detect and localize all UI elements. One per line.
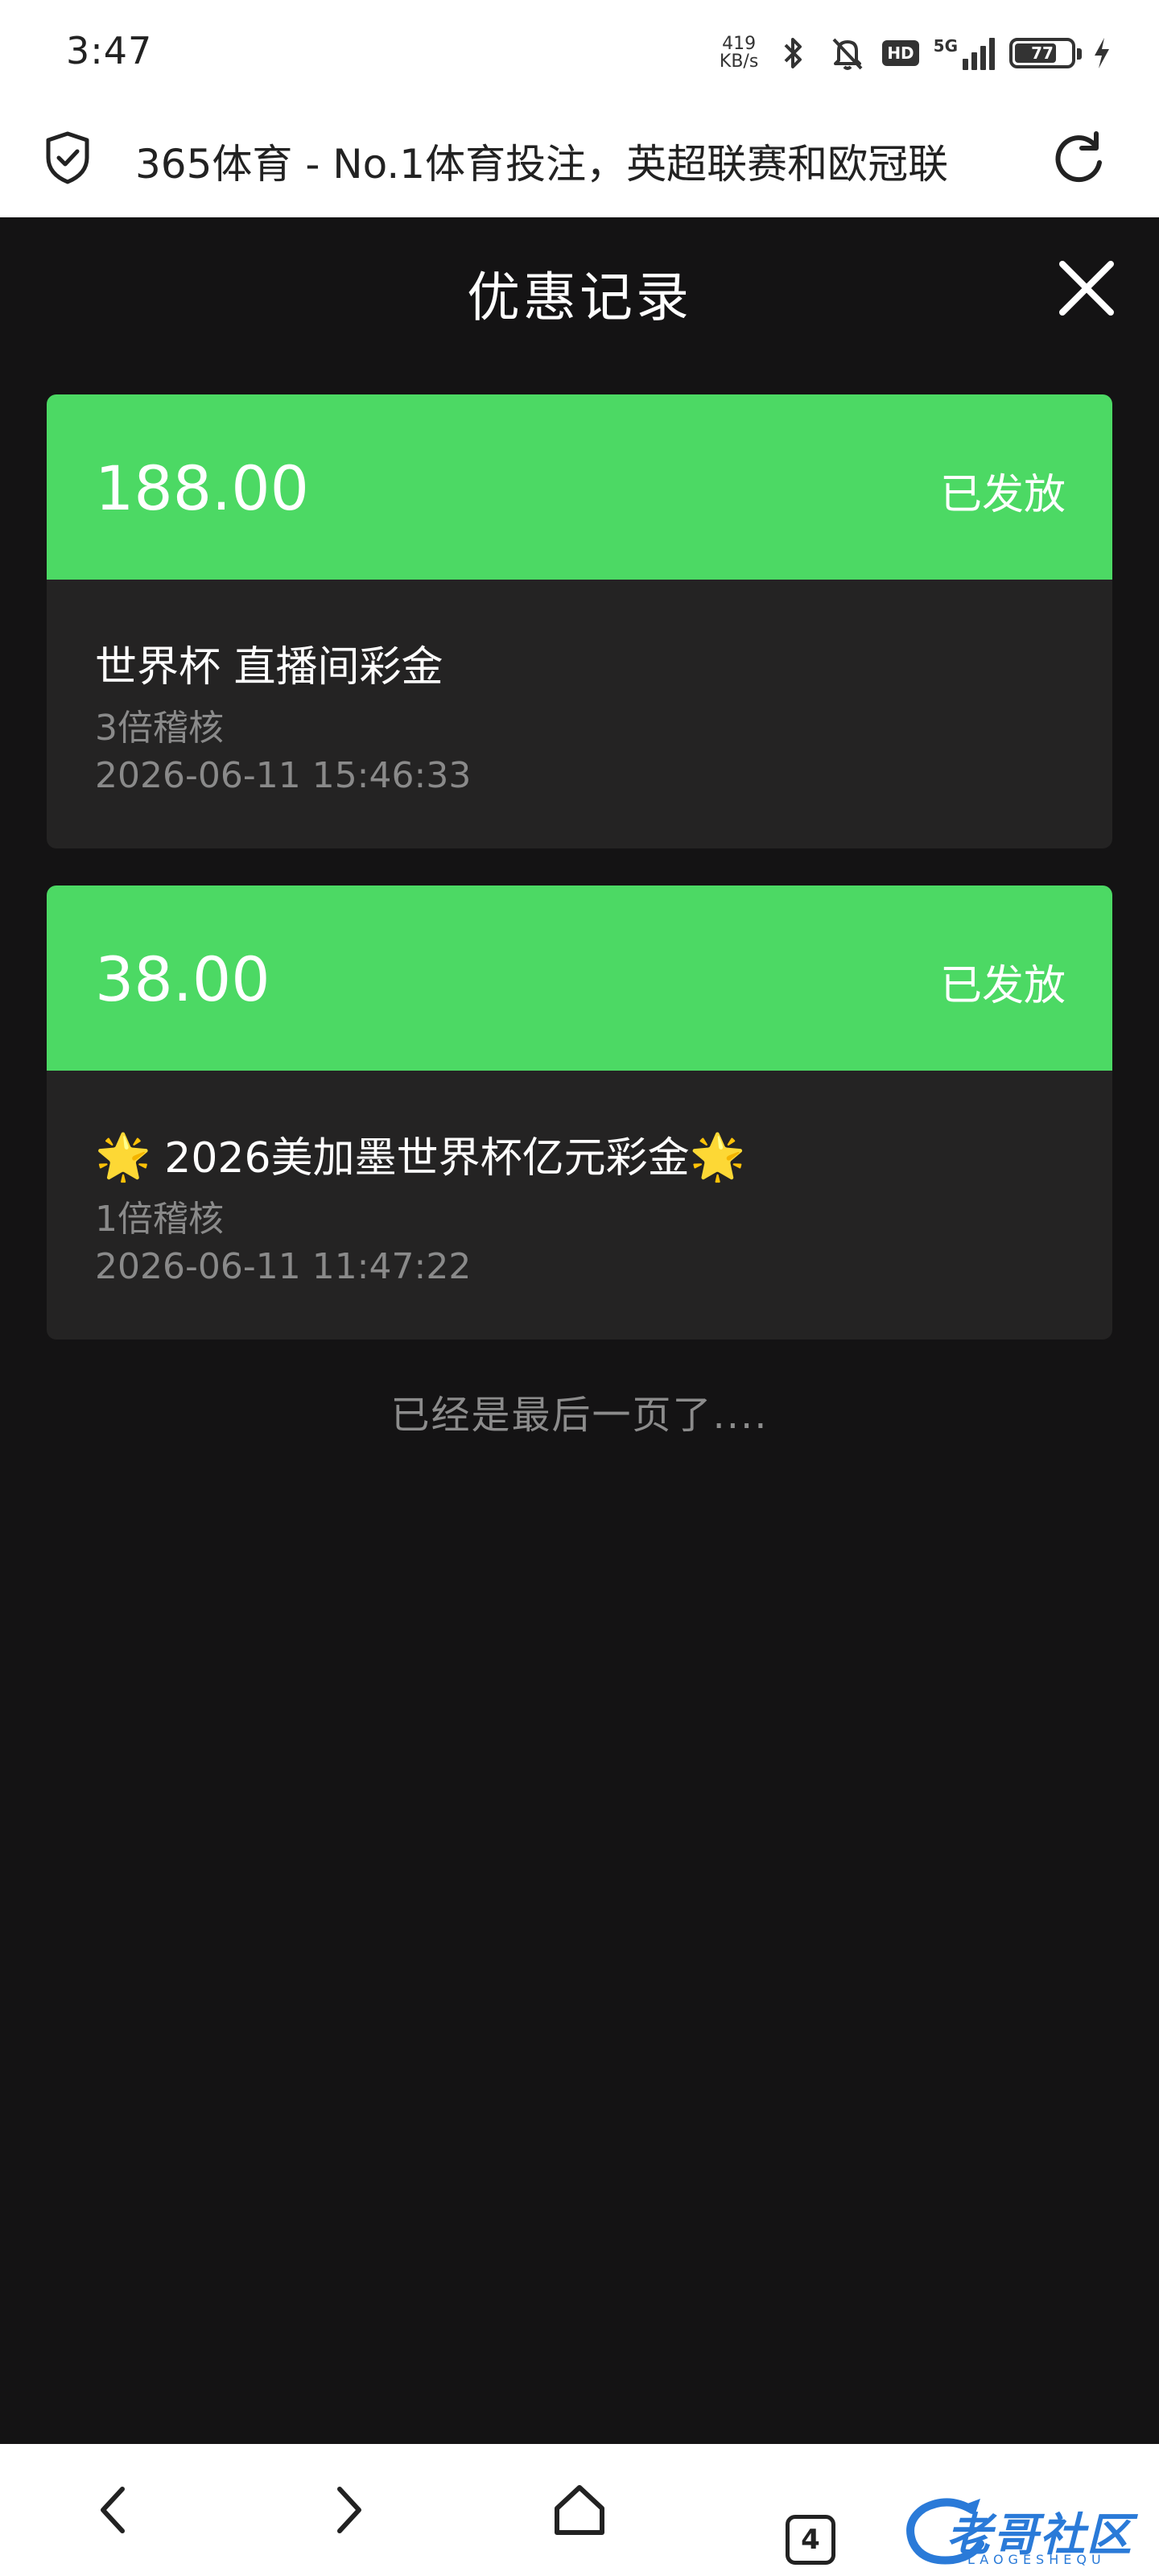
refresh-icon[interactable]: [1045, 124, 1112, 192]
watermark-subtext: LAOGESHEQU: [967, 2552, 1106, 2567]
end-of-list-text: 已经是最后一页了....: [390, 1393, 769, 1438]
page-title: 优惠记录: [467, 266, 692, 328]
status-time: 3:47: [66, 29, 153, 72]
record-name-row: 🌟 2026美加墨世界杯亿元彩金🌟: [95, 1124, 745, 1184]
record-card[interactable]: 188.00 已发放 世界杯 直播间彩金 3倍稽核 2026-06-11 15:…: [47, 394, 1112, 848]
record-status: 已发放: [939, 471, 1066, 519]
record-card-body: 🌟 2026美加墨世界杯亿元彩金🌟 1倍稽核 2026-06-11 11:47:…: [47, 1071, 1112, 1340]
back-icon[interactable]: [82, 2476, 150, 2544]
record-card[interactable]: 38.00 已发放 🌟 2026美加墨世界杯亿元彩金🌟 1倍稽核 2026-06…: [47, 886, 1112, 1340]
record-time: 2026-06-11 15:46:33: [95, 755, 472, 796]
watermark-logo: 老哥社区 LAOGESHEQU: [900, 2492, 1141, 2570]
home-icon[interactable]: [546, 2476, 613, 2544]
record-audit: 1倍稽核: [95, 1199, 224, 1240]
url-bar[interactable]: 365体育 - No.1体育投注，英超联赛和欧冠联: [0, 103, 1159, 217]
record-audit: 3倍稽核: [95, 708, 224, 749]
record-amount: 188.00: [95, 452, 309, 524]
record-card-header: 188.00 已发放: [47, 394, 1112, 580]
forward-icon[interactable]: [312, 2476, 380, 2544]
page-url-title[interactable]: 365体育 - No.1体育投注，英超联赛和欧冠联: [135, 132, 1021, 190]
network-speed-unit: KB/s: [719, 52, 759, 72]
close-icon[interactable]: [1051, 253, 1122, 324]
record-card-body: 世界杯 直播间彩金 3倍稽核 2026-06-11 15:46:33: [47, 580, 1112, 848]
hd-badge: HD: [882, 40, 919, 66]
tabs-button[interactable]: 4: [786, 2515, 835, 2565]
battery-level-text: 77: [1031, 43, 1054, 63]
signal-icon: 5G: [934, 36, 995, 70]
record-time: 2026-06-11 11:47:22: [95, 1246, 472, 1287]
browser-bottom-nav: 4 老哥社区 LAOGESHEQU: [0, 2444, 1159, 2576]
star-emoji-icon: 🌟: [95, 1131, 151, 1183]
page-header: 优惠记录: [0, 217, 1159, 362]
star-emoji-icon: 🌟: [689, 1131, 746, 1183]
record-name: 2026美加墨世界杯亿元彩金: [151, 1134, 690, 1183]
record-status: 已发放: [939, 962, 1066, 1010]
record-name: 世界杯 直播间彩金: [95, 643, 443, 691]
shield-check-icon[interactable]: [42, 129, 93, 187]
network-speed-value: 419: [722, 34, 757, 54]
network-type: 5G: [933, 36, 958, 56]
battery-icon: 77: [1009, 38, 1082, 68]
network-speed: 419 KB/s: [720, 35, 758, 71]
record-card-header: 38.00 已发放: [47, 886, 1112, 1071]
status-bar: 3:47 419 KB/s HD 5G 77: [0, 0, 1159, 103]
record-amount: 38.00: [95, 943, 270, 1015]
status-icons: 419 KB/s HD 5G 77: [720, 29, 1114, 77]
bell-muted-icon: [832, 38, 863, 70]
bluetooth-icon: [784, 38, 802, 68]
charging-icon: [1095, 38, 1109, 68]
